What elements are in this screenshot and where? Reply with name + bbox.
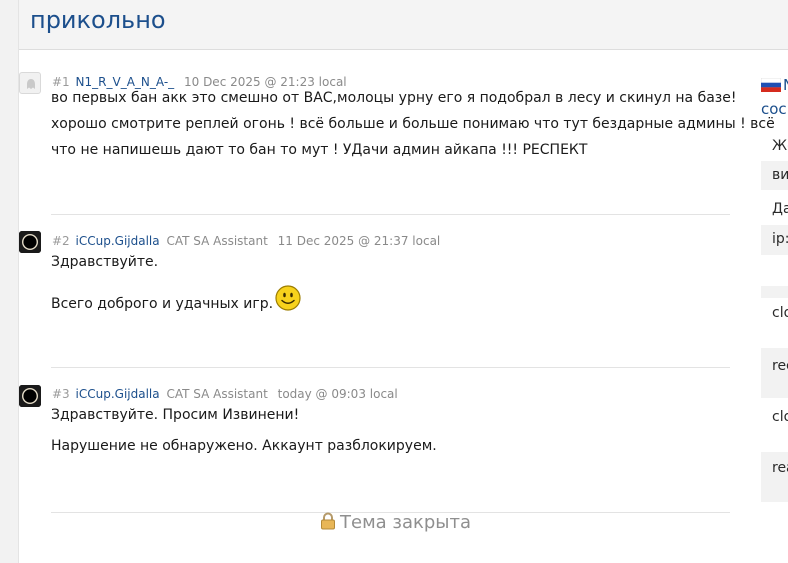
- left-gutter: [0, 0, 19, 563]
- smiley-icon: [275, 285, 301, 320]
- sidebar-row: ip:: [761, 225, 788, 255]
- eclipse-avatar-icon[interactable]: [19, 231, 41, 253]
- post-line: что не напишешь дают то бан то мут ! УДа…: [51, 142, 588, 158]
- post-date: today @ 09:03 local: [277, 387, 398, 401]
- sidebar-user-status[interactable]: сос: [761, 100, 787, 118]
- russia-flag-icon: [761, 78, 781, 92]
- locked-label: Тема закрыта: [340, 512, 472, 533]
- post-author-rank: CAT SA Assistant: [166, 387, 268, 401]
- post-body: во первых бан акк это смешно от ВАС,моло…: [51, 85, 775, 163]
- post-author-rank: CAT SA Assistant: [166, 234, 268, 248]
- post-meta: #3 iCCup.Gijdalla CAT SA Assistant today…: [52, 386, 398, 402]
- lock-icon: [320, 512, 336, 535]
- sidebar-user-link[interactable]: N: [783, 76, 788, 94]
- post-divider: [51, 214, 730, 215]
- sidebar-row[interactable]: clo: [761, 299, 788, 328]
- post-message: Нарушение не обнаружено. Аккаунт разблок…: [51, 438, 437, 454]
- topic-header: прикольно: [19, 0, 788, 50]
- right-sidebar: N сос Же ви Да ip: clo rec clo rea: [761, 50, 788, 563]
- sidebar-row: ви: [761, 161, 788, 190]
- post-number[interactable]: #3: [52, 387, 70, 401]
- post-farewell-text: Всего доброго и удачных игр.: [51, 296, 274, 312]
- post-author[interactable]: iCCup.Gijdalla: [76, 234, 160, 248]
- eclipse-avatar-icon[interactable]: [19, 385, 41, 407]
- post-number[interactable]: #2: [52, 234, 70, 248]
- post-farewell: Всего доброго и удачных игр.: [51, 285, 301, 320]
- post-greeting: Здравствуйте. Просим Извинени!: [51, 407, 300, 423]
- sidebar-row: Да: [772, 201, 788, 217]
- post-greeting: Здравствуйте.: [51, 254, 159, 270]
- post-3: #3 iCCup.Gijdalla CAT SA Assistant today…: [19, 385, 730, 495]
- post-author[interactable]: iCCup.Gijdalla: [76, 387, 160, 401]
- post-1: #1 N1_R_V_A_N_A-_ 10 Dec 2025 @ 21:23 lo…: [19, 72, 775, 192]
- topic-locked-notice: Тема закрыта: [320, 512, 471, 535]
- post-date: 11 Dec 2025 @ 21:37 local: [277, 234, 441, 248]
- sidebar-row: Же: [772, 138, 788, 154]
- sidebar-row[interactable]: clo: [761, 403, 788, 432]
- post-line: во первых бан акк это смешно от ВАС,моло…: [51, 90, 737, 106]
- post-divider: [51, 367, 730, 368]
- sidebar-row: [761, 286, 788, 298]
- post-meta: #2 iCCup.Gijdalla CAT SA Assistant 11 De…: [52, 233, 440, 249]
- sidebar-row[interactable]: rea: [761, 452, 788, 502]
- topic-title: прикольно: [30, 6, 166, 34]
- post-2: #2 iCCup.Gijdalla CAT SA Assistant 11 De…: [19, 231, 730, 351]
- post-line: хорошо смотрите реплей огонь ! всё больш…: [51, 116, 775, 132]
- ghost-avatar-icon[interactable]: [19, 72, 41, 94]
- sidebar-row[interactable]: rec: [761, 348, 788, 398]
